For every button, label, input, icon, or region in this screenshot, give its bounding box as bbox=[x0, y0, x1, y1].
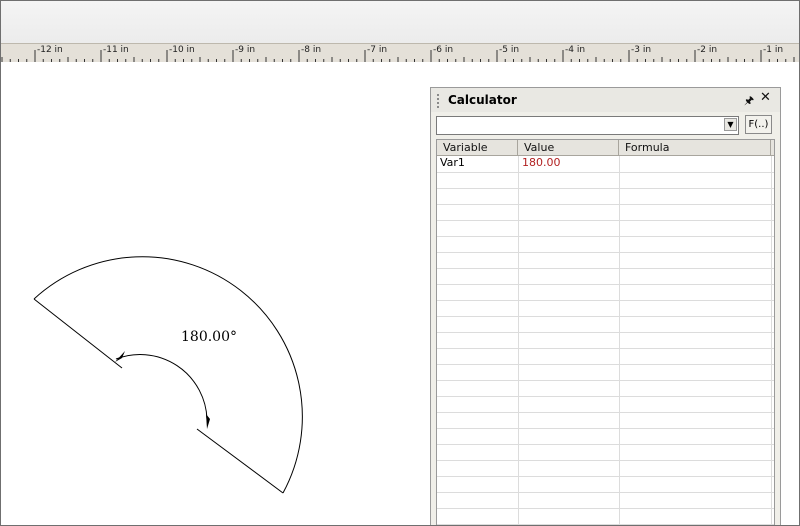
ruler-label: -2 in bbox=[697, 45, 718, 55]
pin-icon[interactable]: 🖈 bbox=[744, 92, 754, 111]
close-icon[interactable]: ✕ bbox=[760, 90, 771, 105]
right-radial-line[interactable] bbox=[196, 428, 284, 494]
ruler-label: -12 in bbox=[37, 45, 63, 55]
outer-arc[interactable] bbox=[33, 256, 303, 494]
application-window: -12 in -11 in -10 in -9 in -8 in -7 in -… bbox=[0, 0, 800, 526]
variables-grid: Variable Value Formula Var1 180.00 bbox=[436, 139, 775, 525]
ruler-label: -8 in bbox=[301, 45, 322, 55]
column-header-formula[interactable]: Formula bbox=[619, 140, 771, 155]
ruler-label: -6 in bbox=[433, 45, 454, 55]
calculator-title: Calculator bbox=[448, 93, 517, 107]
calculator-panel: Calculator 🖈 ✕ ▼ F(..) Variable Value Fo… bbox=[430, 87, 781, 525]
ruler-label: -9 in bbox=[235, 45, 256, 55]
ruler-label: -1 in bbox=[763, 45, 784, 55]
inner-arc[interactable] bbox=[115, 354, 208, 420]
angle-dimension-label[interactable]: 180.00° bbox=[181, 329, 237, 345]
grid-header: Variable Value Formula bbox=[437, 140, 774, 156]
ruler-label: -3 in bbox=[631, 45, 652, 55]
ruler-label: -4 in bbox=[565, 45, 586, 55]
cell-value[interactable]: 180.00 bbox=[522, 156, 561, 170]
toolbar-area bbox=[1, 1, 799, 43]
dimension-arrow-right bbox=[206, 414, 210, 429]
calculator-header[interactable]: Calculator 🖈 ✕ bbox=[431, 88, 780, 112]
column-header-variable[interactable]: Variable bbox=[437, 140, 518, 155]
cell-variable[interactable]: Var1 bbox=[440, 156, 465, 170]
function-button[interactable]: F(..) bbox=[745, 115, 772, 134]
chevron-down-icon[interactable]: ▼ bbox=[724, 118, 737, 131]
left-radial-line[interactable] bbox=[33, 298, 123, 369]
ruler-label: -11 in bbox=[103, 45, 129, 55]
ruler-label: -10 in bbox=[169, 45, 195, 55]
formula-combobox[interactable]: ▼ bbox=[436, 116, 739, 135]
horizontal-ruler[interactable]: -12 in -11 in -10 in -9 in -8 in -7 in -… bbox=[1, 43, 799, 63]
ruler-label: -7 in bbox=[367, 45, 388, 55]
column-header-value[interactable]: Value bbox=[518, 140, 619, 155]
drag-grip-icon[interactable] bbox=[437, 94, 439, 108]
ruler-label: -5 in bbox=[499, 45, 520, 55]
grid-lines bbox=[437, 156, 774, 525]
